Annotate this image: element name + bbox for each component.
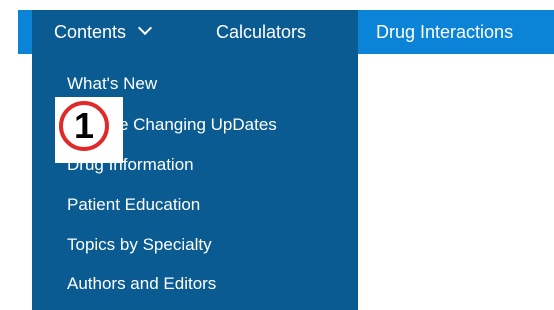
step-annotation-badge: 1 xyxy=(55,97,123,163)
nav-calculators[interactable]: Calculators xyxy=(216,10,306,54)
menu-item-topics-by-specialty[interactable]: Topics by Specialty xyxy=(67,234,212,256)
nav-contents-menu[interactable]: Contents xyxy=(32,10,358,54)
top-nav-bar: Contents Calculators Drug Interactions xyxy=(18,10,554,54)
step-number-circle: 1 xyxy=(59,101,109,151)
nav-drug-interactions[interactable]: Drug Interactions xyxy=(376,10,513,54)
menu-item-whats-new[interactable]: What's New xyxy=(67,73,157,95)
menu-item-authors-and-editors[interactable]: Authors and Editors xyxy=(67,273,216,295)
nav-contents-label: Contents xyxy=(54,22,127,42)
chevron-down-icon xyxy=(137,20,153,36)
contents-dropdown-menu: What's New Practice Changing UpDates Dru… xyxy=(32,54,358,310)
menu-item-patient-education[interactable]: Patient Education xyxy=(67,194,200,216)
